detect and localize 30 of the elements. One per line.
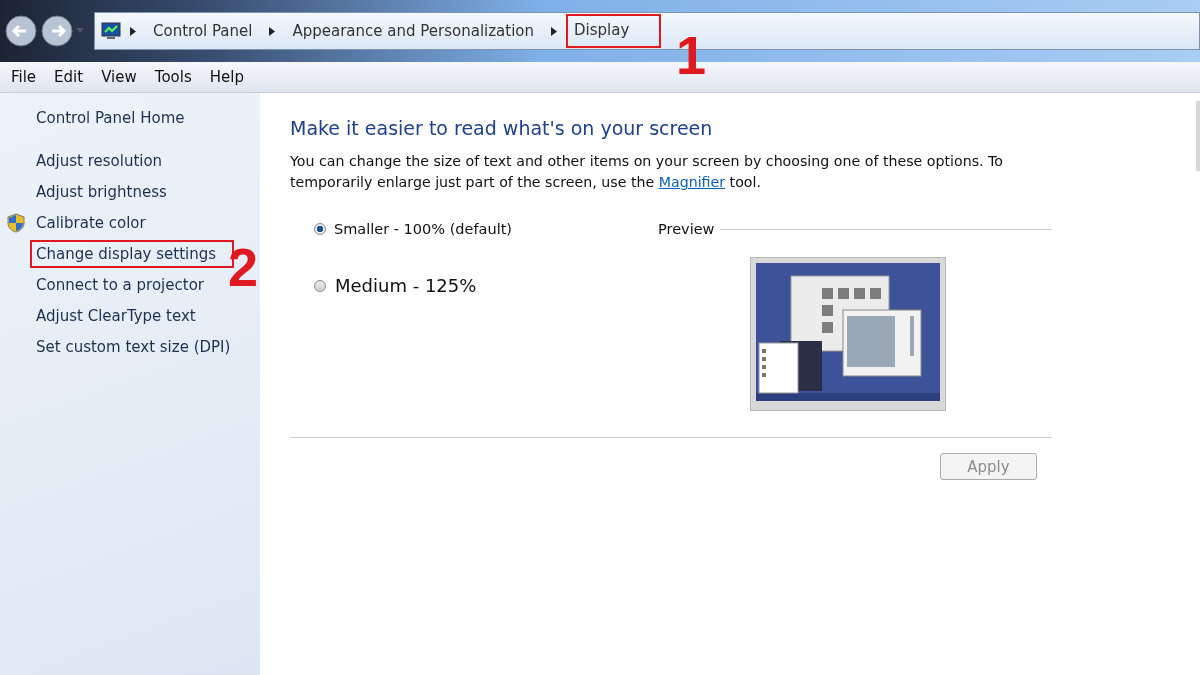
chevron-icon <box>130 26 136 36</box>
breadcrumb-item[interactable]: Display <box>566 14 662 48</box>
menu-item[interactable]: Help <box>200 66 253 88</box>
intro-text: You can change the size of text and other items on your screen by choosing one of these options. To temporarily enlarge just part of the screen, use the Magnifier tool. <box>290 152 1005 192</box>
forward-icon[interactable] <box>40 14 74 48</box>
chevron-icon <box>269 26 276 36</box>
sidebar-link[interactable]: Control Panel Home <box>36 109 260 127</box>
menu-item[interactable]: File <box>2 66 46 88</box>
breadcrumb-item[interactable]: Appearance and Personalization <box>284 16 543 46</box>
breadcrumb-item[interactable]: Control Panel <box>145 16 261 46</box>
preview-label: Preview <box>658 221 715 237</box>
sidebar-link[interactable]: Calibrate color <box>30 210 152 236</box>
sidebar-link[interactable]: Adjust brightness <box>30 179 173 205</box>
scrollbar[interactable] <box>1196 101 1200 171</box>
magnifier-link[interactable]: Magnifier <box>658 174 726 190</box>
option-label[interactable]: Smaller - 100% (default) <box>334 221 512 237</box>
sidebar-link[interactable]: Adjust ClearType text <box>30 303 202 329</box>
radio-button[interactable] <box>314 279 326 292</box>
radio-button[interactable] <box>314 223 326 235</box>
monitor-icon <box>101 22 121 40</box>
menu-item[interactable]: Tools <box>145 66 201 88</box>
option-label[interactable]: Medium - 125% <box>335 275 477 296</box>
sidebar-link[interactable]: Set custom text size (DPI) <box>30 334 237 360</box>
page-heading: Make it easier to read what's on your screen <box>290 117 714 139</box>
sidebar-link[interactable]: Connect to a projector <box>30 272 210 298</box>
sidebar-link[interactable]: Adjust resolution <box>30 148 169 174</box>
chevron-icon <box>551 26 558 36</box>
menu-item[interactable]: Edit <box>45 66 93 88</box>
back-icon[interactable] <box>4 14 38 48</box>
menu-item[interactable]: View <box>92 66 146 88</box>
